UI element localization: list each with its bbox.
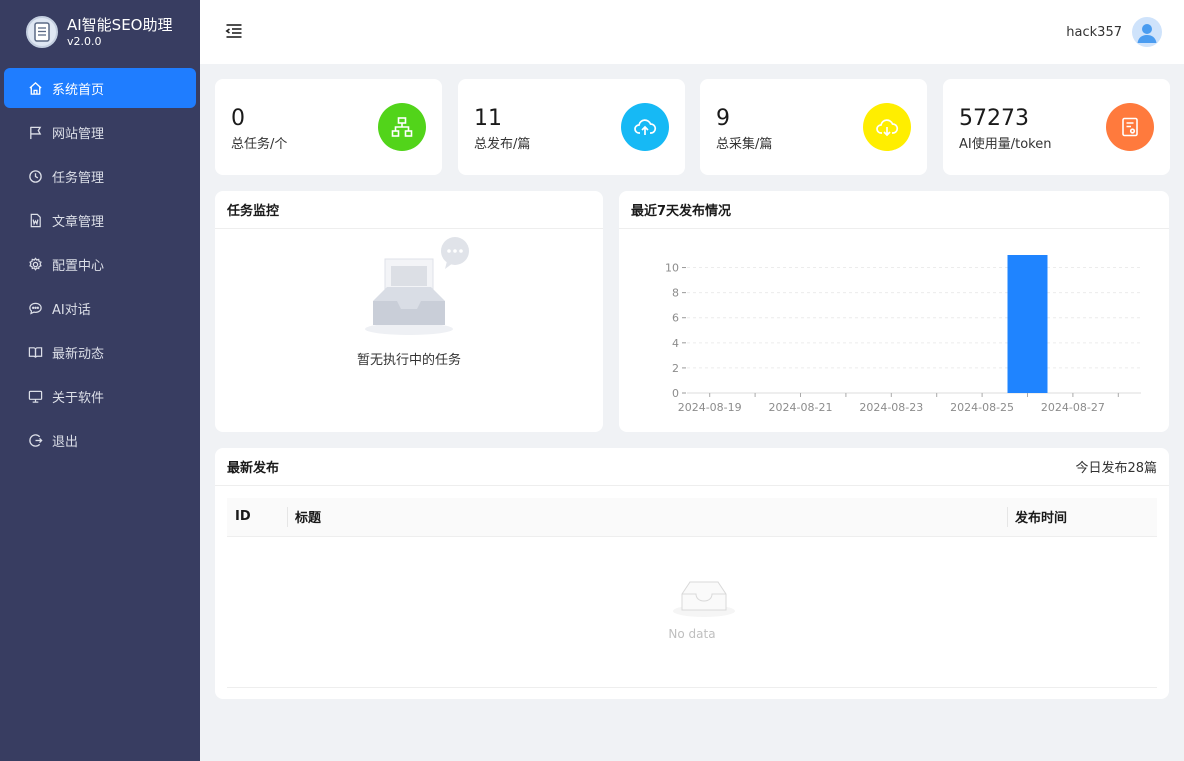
clock-icon [26, 167, 44, 185]
recent-publish-panel: 最新发布 今日发布28篇 ID 标题 发布时间 No data [215, 448, 1169, 699]
empty-box-icon [673, 581, 735, 617]
stat-value: 11 [474, 106, 502, 131]
empty-table: No data [227, 538, 1157, 688]
panel-title: 最新发布 [227, 461, 280, 476]
stat-card-tasks: 0 总任务/个 [215, 79, 442, 175]
stat-label: 总发布/篇 [474, 137, 531, 152]
gear-icon [26, 255, 44, 273]
sidebar-item-about[interactable]: 关于软件 [4, 376, 196, 416]
column-header-title[interactable]: 标题 [287, 498, 1007, 537]
stat-card-ai-usage: 57273 AI使用量/token [943, 79, 1170, 175]
publish-chart-panel: 最近7天发布情况 0 2 4 6 8 10 2024-08-19 2024-08-21 2024… [619, 191, 1169, 432]
column-header-id[interactable]: ID [227, 498, 287, 537]
y-tick-label: 4 [672, 337, 679, 350]
avatar[interactable] [1132, 17, 1162, 47]
home-icon [26, 79, 44, 97]
brand: AI智能SEO助理 v2.0.0 [0, 0, 200, 64]
sidebar-item-tasks[interactable]: 任务管理 [4, 156, 196, 196]
sidebar-item-home[interactable]: 系统首页 [4, 68, 196, 108]
sidebar-item-logout[interactable]: 退出 [4, 420, 196, 460]
panel-title: 最近7天发布情况 [631, 204, 732, 219]
sidebar-item-label: 配置中心 [52, 258, 105, 274]
bar [1007, 255, 1048, 393]
sidebar-item-label: 网站管理 [52, 126, 105, 142]
cloud-download-icon [863, 103, 911, 151]
sidebar-item-ai-chat[interactable]: AI对话 [4, 288, 196, 328]
empty-task-text: 暂无执行中的任务 [356, 353, 461, 368]
stat-label: AI使用量/token [959, 137, 1052, 152]
logout-icon [26, 431, 44, 449]
recent-publish-table: ID 标题 发布时间 [227, 498, 1157, 537]
cloud-upload-icon [621, 103, 669, 151]
no-data-text: No data [668, 627, 716, 641]
stat-label: 总任务/个 [231, 137, 288, 152]
sidebar-item-label: AI对话 [52, 302, 91, 318]
y-tick-label: 8 [672, 287, 679, 300]
stat-value: 57273 [959, 106, 1029, 131]
sidebar-item-label: 退出 [52, 434, 79, 450]
username: hack357 [1066, 24, 1122, 40]
sidebar-item-config[interactable]: 配置中心 [4, 244, 196, 284]
document-icon [1106, 103, 1154, 151]
app-title: AI智能SEO助理 [67, 15, 173, 34]
book-icon [26, 343, 44, 361]
x-tick-label: 2024-08-25 [950, 401, 1014, 414]
stat-card-collected: 9 总采集/篇 [700, 79, 927, 175]
sidebar-item-articles[interactable]: 文章管理 [4, 200, 196, 240]
y-tick-label: 10 [665, 262, 679, 275]
column-header-time[interactable]: 发布时间 [1007, 498, 1157, 537]
today-publish-count: 今日发布28篇 [1075, 461, 1157, 476]
stat-value: 0 [231, 106, 245, 131]
file-word-icon [26, 211, 44, 229]
sidebar-item-label: 文章管理 [52, 214, 105, 230]
sidebar-item-label: 最新动态 [52, 346, 105, 362]
panel-title: 任务监控 [227, 204, 280, 219]
x-tick-label: 2024-08-27 [1041, 401, 1105, 414]
sidebar-menu: 系统首页 网站管理 任务管理 文章管理 配置中心 AI对话 最新动态 关于软件 … [0, 68, 200, 460]
chat-icon [26, 299, 44, 317]
sidebar-item-label: 系统首页 [52, 82, 105, 98]
sidebar-item-label: 关于软件 [52, 390, 105, 406]
x-tick-label: 2024-08-21 [769, 401, 833, 414]
empty-inbox-illustration [365, 237, 469, 335]
sitemap-icon [378, 103, 426, 151]
monitor-icon [26, 387, 44, 405]
stat-value: 9 [716, 106, 730, 131]
y-tick-label: 2 [672, 362, 679, 375]
y-tick-label: 6 [672, 312, 679, 325]
top-header: hack357 [200, 0, 1184, 64]
sidebar-item-sites[interactable]: 网站管理 [4, 112, 196, 152]
stat-label: 总采集/篇 [716, 137, 773, 152]
user-menu[interactable]: hack357 [1066, 17, 1162, 47]
sidebar: AI智能SEO助理 v2.0.0 系统首页 网站管理 任务管理 文章管理 配置中… [0, 0, 200, 761]
x-tick-label: 2024-08-23 [859, 401, 923, 414]
sidebar-item-news[interactable]: 最新动态 [4, 332, 196, 372]
x-tick-label: 2024-08-19 [678, 401, 742, 414]
collapse-menu-icon[interactable] [224, 21, 244, 41]
app-version: v2.0.0 [67, 34, 102, 48]
app-logo [26, 16, 58, 48]
publish-bar-chart: 0 2 4 6 8 10 2024-08-19 2024-08-21 2024-08-23 202… [665, 255, 1141, 414]
flag-icon [26, 123, 44, 141]
y-tick-label: 0 [672, 387, 679, 400]
stat-card-published: 11 总发布/篇 [458, 79, 685, 175]
task-monitor-panel: 任务监控 暂无执行中的任务 [215, 191, 603, 432]
empty-illustration: 暂无执行中的任务 [215, 229, 603, 368]
sidebar-item-label: 任务管理 [52, 170, 105, 186]
